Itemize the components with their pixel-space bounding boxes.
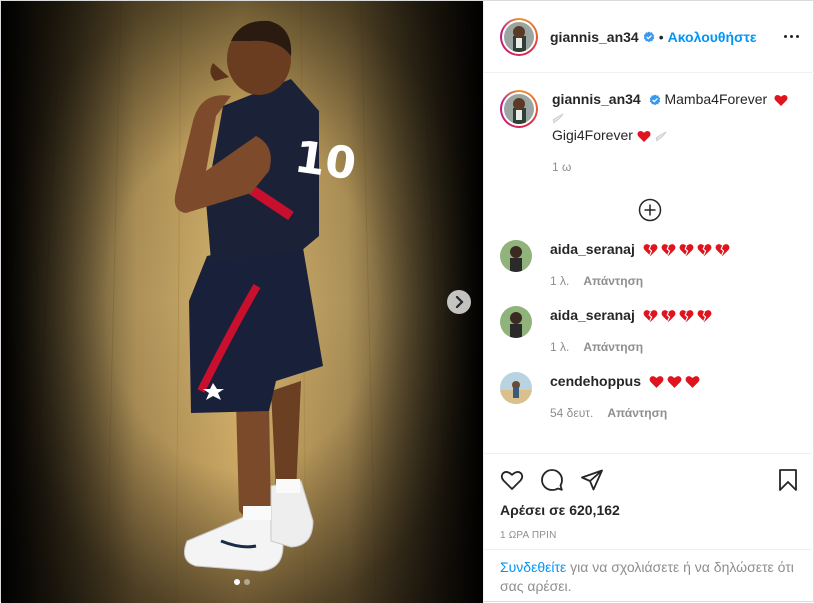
caption-text-line2: Gigi4Forever [552, 127, 633, 143]
comment-bubble-icon[interactable] [540, 468, 564, 492]
carousel-indicator [1, 579, 483, 585]
post-media[interactable]: 10 [1, 1, 483, 603]
comment-emoji-row [643, 309, 712, 323]
post-caption: giannis_an34 Mamba4Forever Gigi4Forever … [500, 90, 800, 176]
red-heart-icon [637, 130, 651, 142]
broken-heart-icon [643, 310, 658, 323]
red-heart-icon [649, 376, 664, 389]
post-sidebar: giannis_an34 • Ακολουθήστε giannis_an34 … [483, 1, 814, 603]
caption-text-line1: Mamba4Forever [664, 91, 768, 107]
red-heart-icon [685, 376, 700, 389]
broken-heart-icon [661, 310, 676, 323]
post-actions: Αρέσει σε 620,162 1 ΩΡΑ ΠΡΙΝ [484, 453, 814, 541]
comment-emoji-row [643, 243, 730, 257]
broken-heart-icon [661, 244, 676, 257]
carousel-dot-active [234, 579, 240, 585]
comment-username[interactable]: cendehoppus [550, 373, 641, 389]
comment-item: aida_seranaj 1 λ. Απάντηση [500, 306, 800, 356]
comment-time[interactable]: 1 λ. [550, 272, 569, 290]
dove-icon [552, 113, 564, 124]
comment-emoji-row [649, 375, 700, 389]
more-options-icon[interactable] [784, 35, 799, 38]
header-username[interactable]: giannis_an34 [550, 29, 639, 45]
broken-heart-icon [697, 244, 712, 257]
comment-time[interactable]: 54 δευτ. [550, 404, 593, 422]
like-heart-icon[interactable] [500, 468, 524, 492]
profile-avatar[interactable] [500, 17, 538, 56]
broken-heart-icon [679, 310, 694, 323]
comment-item: cendehoppus 54 δευτ. Απάντηση [500, 372, 800, 422]
post-timestamp[interactable]: 1 ΩΡΑ ΠΡΙΝ [500, 530, 800, 541]
reply-button[interactable]: Απάντηση [583, 338, 643, 356]
post-header: giannis_an34 • Ακολουθήστε [484, 1, 814, 73]
comment-username[interactable]: aida_seranaj [550, 307, 635, 323]
avatar-image [504, 21, 534, 52]
caption-avatar[interactable] [500, 90, 538, 128]
verified-badge-icon [643, 31, 654, 42]
caption-time[interactable]: 1 ω [552, 158, 571, 176]
commenter-avatar[interactable] [500, 372, 532, 404]
avatar-image [504, 94, 534, 124]
commenter-avatar[interactable] [500, 240, 532, 272]
verified-badge-icon [649, 94, 660, 106]
login-prompt: Συνδεθείτε για να σχολιάσετε ή να δηλώσε… [484, 549, 814, 603]
broken-heart-icon [697, 310, 712, 323]
comments-section[interactable]: giannis_an34 Mamba4Forever Gigi4Forever … [484, 74, 814, 452]
reply-button[interactable]: Απάντηση [607, 404, 667, 422]
comment-username[interactable]: aida_seranaj [550, 241, 635, 257]
next-slide-button[interactable] [447, 290, 471, 314]
broken-heart-icon [679, 244, 694, 257]
red-heart-icon [667, 376, 682, 389]
load-more-comments[interactable] [500, 198, 800, 222]
svg-text:10: 10 [291, 131, 359, 190]
broken-heart-icon [643, 244, 658, 257]
comment-item: aida_seranaj 1 λ. Απάντηση [500, 240, 800, 290]
login-link[interactable]: Συνδεθείτε [500, 559, 566, 575]
share-paper-plane-icon[interactable] [580, 468, 604, 492]
instagram-post: 10 giannis_an34 • Ακολουθήστε giannis_an… [0, 0, 814, 603]
commenter-avatar[interactable] [500, 306, 532, 338]
red-heart-icon [774, 94, 788, 106]
plus-circle-icon[interactable] [638, 198, 662, 222]
carousel-dot [244, 579, 250, 585]
header-separator: • [658, 28, 664, 45]
reply-button[interactable]: Απάντηση [583, 272, 643, 290]
save-bookmark-icon[interactable] [776, 468, 800, 492]
comment-time[interactable]: 1 λ. [550, 338, 569, 356]
dove-icon [655, 131, 667, 142]
follow-button[interactable]: Ακολουθήστε [668, 29, 757, 45]
broken-heart-icon [715, 244, 730, 257]
caption-username[interactable]: giannis_an34 [552, 91, 641, 107]
like-count[interactable]: Αρέσει σε 620,162 [500, 502, 800, 518]
chevron-right-icon [455, 296, 464, 308]
post-photo: 10 [1, 1, 483, 603]
